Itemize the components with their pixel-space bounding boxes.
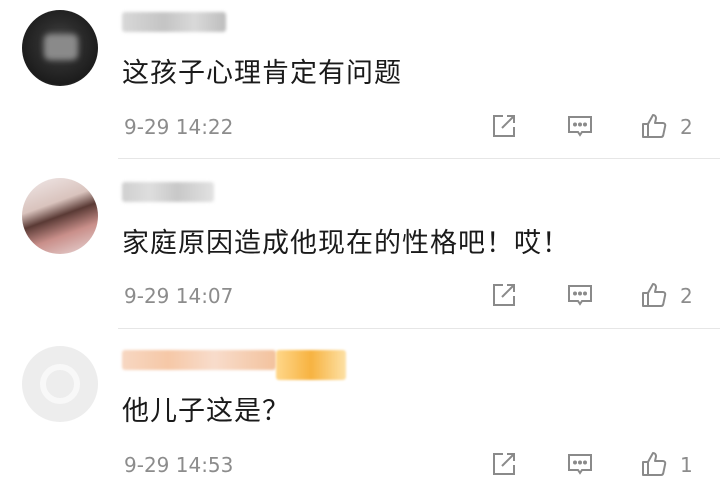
like-icon[interactable]	[640, 112, 668, 140]
vip-badge-blurred	[276, 350, 346, 380]
comment-timestamp: 9-29 14:07	[124, 284, 234, 308]
share-icon[interactable]	[490, 450, 518, 478]
avatar[interactable]	[22, 178, 98, 254]
comment-timestamp: 9-29 14:22	[124, 115, 234, 139]
like-icon[interactable]	[640, 450, 668, 478]
reply-icon[interactable]	[566, 112, 594, 140]
comment-text: 他儿子这是？	[122, 396, 290, 427]
like-count: 2	[680, 284, 693, 308]
username-blurred[interactable]	[122, 350, 276, 370]
comment-item	[0, 328, 720, 496]
comment-text: 家庭原因造成他现在的性格吧！哎！	[122, 228, 570, 259]
share-icon[interactable]	[490, 112, 518, 140]
username-blurred[interactable]	[122, 12, 226, 32]
like-icon[interactable]	[640, 281, 668, 309]
like-count: 1	[680, 453, 693, 477]
reply-icon[interactable]	[566, 450, 594, 478]
comment-timestamp: 9-29 14:53	[124, 453, 234, 477]
reply-icon[interactable]	[566, 281, 594, 309]
comment-list: 这孩子心理肯定有问题 9-29 14:22 2 家庭原因造成他现在的性格吧！哎！…	[0, 0, 720, 496]
like-count: 2	[680, 115, 693, 139]
comment-text: 这孩子心理肯定有问题	[122, 58, 402, 89]
avatar[interactable]	[22, 346, 98, 422]
share-icon[interactable]	[490, 281, 518, 309]
avatar[interactable]	[22, 10, 98, 86]
username-blurred[interactable]	[122, 182, 214, 202]
